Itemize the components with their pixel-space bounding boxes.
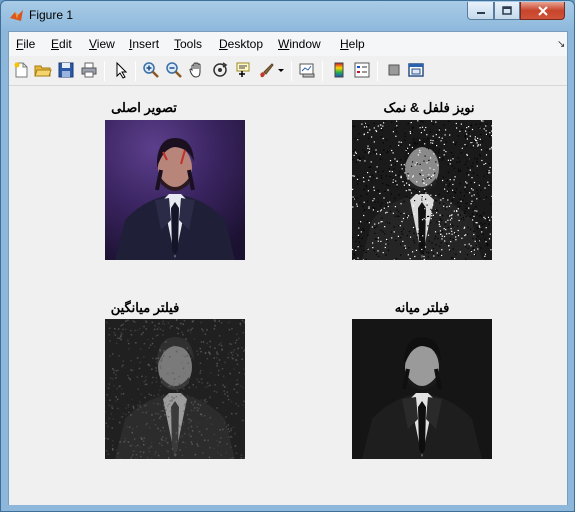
mean-filtered-image[interactable] [105, 319, 245, 459]
subplot-title-original: تصویر اصلی [111, 100, 177, 115]
subplot-title-noise: نویز فلفل & نمک [383, 100, 475, 115]
original-image[interactable] [105, 120, 245, 260]
noisy-image[interactable] [352, 120, 492, 260]
figure-client-area: File Edit View Insert Tools Desktop Wind… [8, 31, 568, 505]
menu-help[interactable]: Help [340, 37, 365, 51]
zoom-in-icon[interactable] [142, 61, 160, 79]
pan-hand-icon[interactable] [188, 61, 206, 79]
zoom-out-icon[interactable] [165, 61, 183, 79]
close-button[interactable] [520, 2, 565, 20]
minimize-button[interactable] [467, 2, 494, 20]
show-plot-tools-icon[interactable] [407, 61, 425, 79]
rotate-3d-icon[interactable] [211, 61, 229, 79]
title-bar[interactable]: Figure 1 [1, 1, 574, 31]
subplot-title-median: فیلتر میانه [394, 300, 450, 315]
toolbar-separator [135, 61, 136, 81]
open-file-icon[interactable] [34, 61, 52, 79]
median-filtered-image[interactable] [352, 319, 492, 459]
figure-window: Figure 1 File Edit View Insert Tools Des… [0, 0, 575, 512]
hide-plot-tools-icon[interactable] [385, 61, 403, 79]
matlab-icon [10, 10, 23, 21]
subplot-title-mean: فیلتر میانگین [110, 300, 180, 315]
link-plot-icon[interactable] [298, 61, 316, 79]
figure-toolbar [9, 56, 567, 86]
menu-file[interactable]: File [16, 37, 35, 51]
menu-window[interactable]: Window [278, 37, 321, 51]
new-figure-icon[interactable] [12, 61, 30, 79]
figure-canvas: تصویر اصلی نویز فلفل & نمک فیلتر میانگین… [9, 87, 567, 505]
print-icon[interactable] [80, 61, 98, 79]
toolbar-separator [291, 61, 292, 81]
maximize-icon [502, 5, 512, 15]
save-icon[interactable] [57, 61, 75, 79]
toolbar-separator [104, 61, 105, 81]
legend-icon[interactable] [353, 61, 371, 79]
window-title: Figure 1 [29, 8, 74, 22]
toolbar-separator [377, 61, 378, 81]
menu-edit[interactable]: Edit [51, 37, 72, 51]
colorbar-icon[interactable] [330, 61, 348, 79]
minimize-icon [476, 11, 485, 14]
menu-dock-arrow-icon[interactable]: ↘ [557, 39, 565, 50]
menu-insert[interactable]: Insert [129, 37, 159, 51]
brush-icon[interactable] [257, 61, 275, 79]
toolbar-separator [322, 61, 323, 81]
edit-plot-arrow-icon[interactable] [112, 61, 130, 79]
data-cursor-icon[interactable] [234, 61, 252, 79]
close-icon [537, 5, 548, 16]
menu-tools[interactable]: Tools [174, 37, 202, 51]
menu-desktop[interactable]: Desktop [219, 37, 263, 51]
brush-dropdown-icon[interactable] [276, 61, 286, 79]
menu-bar: File Edit View Insert Tools Desktop Wind… [9, 32, 567, 56]
maximize-button[interactable] [494, 2, 520, 20]
menu-view[interactable]: View [89, 37, 115, 51]
